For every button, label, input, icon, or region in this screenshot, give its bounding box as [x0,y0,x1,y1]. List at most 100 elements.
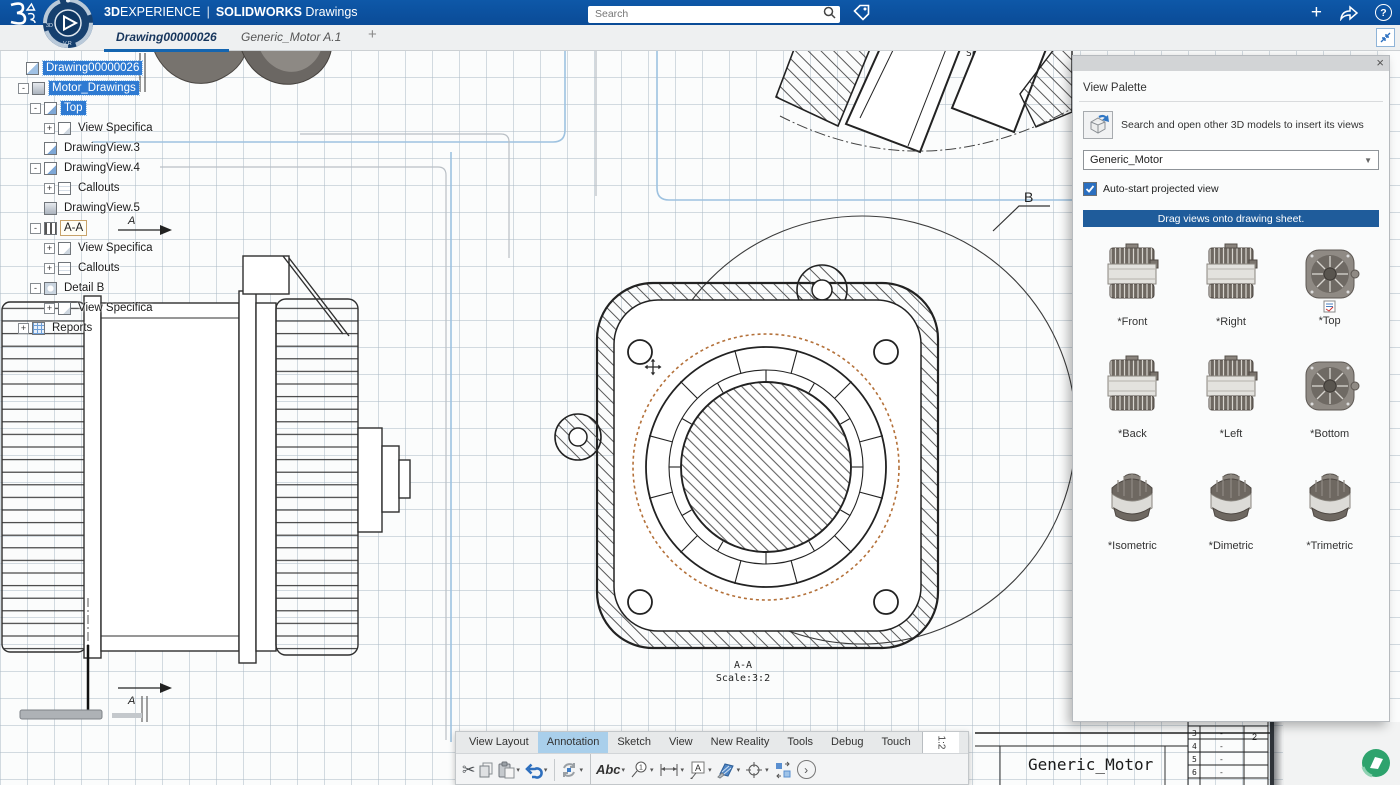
dropdown-caret[interactable]: ▾ [622,766,626,774]
tab-view[interactable]: View [660,732,702,753]
tree-item-section-a-a[interactable]: - A-A [0,218,235,238]
view-thumb-trimetric[interactable]: *Trimetric [1280,466,1379,578]
tab-view-layout[interactable]: View Layout [460,732,538,753]
expander-icon[interactable]: + [44,243,55,254]
tree-item-drawingview4[interactable]: - DrawingView.4 [0,158,235,178]
view-thumb-left[interactable]: *Left [1182,354,1281,466]
view-thumb-top[interactable]: *Top [1280,242,1379,354]
document-tab-bar: Drawing00000026 Generic_Motor A.1 + [0,25,1400,51]
expand-toolbar-button[interactable]: › [797,760,816,779]
tree-item-detail-b[interactable]: - Detail B [0,278,235,298]
tab-touch[interactable]: Touch [872,732,919,753]
dropdown-caret[interactable]: ▾ [544,766,548,774]
dropdown-caret[interactable]: ▾ [516,766,520,774]
cut-button[interactable]: ✂ [462,760,475,780]
autostart-checkbox[interactable] [1083,182,1097,196]
undo-button[interactable]: ▾ [524,761,550,779]
tab-new-reality[interactable]: New Reality [702,732,779,753]
note-icon: A [688,760,707,779]
share-icon[interactable] [1339,4,1358,21]
tree-item-motor-drawings[interactable]: - Motor_Drawings [0,78,235,98]
expander-icon[interactable]: + [44,263,55,274]
expander-icon[interactable]: - [18,83,29,94]
view-thumb-right[interactable]: *Right [1182,242,1281,354]
note-button[interactable]: A ▾ [688,760,714,779]
sync-icon [560,761,578,779]
svg-text:3D: 3D [46,23,53,29]
balloon-button[interactable]: 1 ▾ [629,760,656,779]
detail-view-icon [44,282,57,295]
blocks-icon [773,760,793,780]
dropdown-caret[interactable]: ▾ [737,766,741,774]
close-icon[interactable]: × [1376,55,1384,70]
top-app-bar: 3DEXPERIENCE|SOLIDWORKS Drawings + ? [0,0,1400,25]
copy-button[interactable] [477,761,495,779]
spell-check-button[interactable]: Abc ▾ [596,762,627,777]
view-thumb-dimetric[interactable]: *Dimetric [1182,466,1281,578]
tree-item-callouts[interactable]: + Callouts [0,258,235,278]
dropdown-caret[interactable]: ▾ [650,766,654,774]
browse-models-button[interactable] [1083,111,1113,139]
tree-item-view-specification[interactable]: + View Specifica [0,118,235,138]
expander-icon[interactable]: + [44,183,55,194]
search-input[interactable] [588,6,840,23]
search-icon[interactable] [823,6,836,19]
tables-button[interactable] [773,760,793,780]
expander-icon[interactable]: - [30,163,41,174]
center-mark-button[interactable]: ▾ [744,760,771,780]
view-thumb-front[interactable]: *Front [1083,242,1182,354]
panel-title: View Palette [1083,82,1379,94]
dimension-button[interactable]: ▾ [658,761,687,779]
tree-item-drawing00000026[interactable]: Drawing00000026 [0,58,235,78]
tab-debug[interactable]: Debug [822,732,872,753]
expander-icon[interactable]: + [44,123,55,134]
model-selector-dropdown[interactable]: Generic_Motor ▼ [1083,150,1379,170]
view-thumb-bottom[interactable]: *Bottom [1280,354,1379,466]
help-icon[interactable]: ? [1375,4,1392,21]
global-search [588,4,840,21]
dropdown-caret[interactable]: ▾ [579,766,583,774]
expander-icon[interactable]: - [30,103,41,114]
collapse-panel-icon[interactable] [1376,28,1395,47]
add-content-icon[interactable]: + [1311,3,1322,22]
tree-item-view-specification[interactable]: + View Specifica [0,238,235,258]
expander-icon[interactable]: + [44,303,55,314]
expander-icon[interactable]: + [18,323,29,334]
view-thumb-back[interactable]: *Back [1083,354,1182,466]
toolbar-divider [554,759,555,781]
tab-sketch[interactable]: Sketch [608,732,660,753]
panel-drag-bar[interactable]: × [1073,56,1389,71]
tree-item-view-specification[interactable]: + View Specifica [0,298,235,318]
tag-icon[interactable] [852,3,871,22]
selected-model: Generic_Motor [1090,154,1163,166]
dropdown-caret[interactable]: ▾ [681,766,685,774]
balloon-icon: 1 [629,760,649,779]
tab-drawing00000026[interactable]: Drawing00000026 [104,25,229,52]
iso-view-icon [44,202,57,215]
tree-item-callouts[interactable]: + Callouts [0,178,235,198]
command-toolbar: View Layout Annotation Sketch View New R… [455,731,969,785]
tab-generic-motor[interactable]: Generic_Motor A.1 [233,25,349,49]
new-tab-button[interactable]: + [368,26,377,43]
tab-tools[interactable]: Tools [778,732,822,753]
view-thumb-isometric[interactable]: *Isometric [1083,466,1182,578]
callouts-icon [58,262,71,275]
scissors-icon: ✂ [462,760,475,780]
tree-item-top[interactable]: - Top [0,98,235,118]
compass-icon[interactable]: 3D V.R [40,0,98,53]
tab-annotation[interactable]: Annotation [538,732,609,753]
expander-icon[interactable]: - [30,223,41,234]
sheet-scale-box: 1:2 [922,732,959,753]
surface-finish-button[interactable]: ▾ [716,760,743,779]
tree-item-drawingview3[interactable]: DrawingView.3 [0,138,235,158]
tree-item-drawingview5[interactable]: DrawingView.5 [0,198,235,218]
paste-button[interactable]: ▾ [497,761,522,779]
reports-icon [32,322,45,335]
update-view-button[interactable]: ▾ [560,761,585,779]
dropdown-caret[interactable]: ▾ [765,766,769,774]
view-icon [44,142,57,155]
expander-icon[interactable]: - [30,283,41,294]
trimetric-view-thumbnail [1298,466,1362,530]
tree-item-reports[interactable]: + Reports [0,318,235,338]
dropdown-caret[interactable]: ▾ [708,766,712,774]
